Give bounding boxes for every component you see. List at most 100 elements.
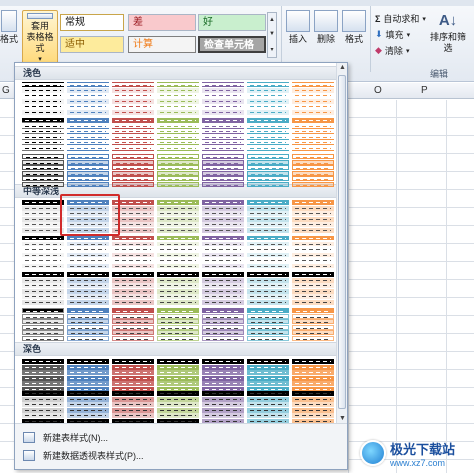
table-style-53[interactable]	[202, 359, 244, 392]
table-style-9[interactable]	[112, 118, 154, 151]
delete-button[interactable]: 删除	[314, 10, 338, 45]
table-style-31[interactable]	[157, 236, 199, 269]
table-style-62[interactable]	[292, 391, 334, 424]
new-pivot-style-label: 新建数据透视表样式(P)...	[43, 451, 144, 461]
watermark-logo	[360, 440, 386, 466]
sort-az-icon: A↓	[438, 12, 458, 29]
table-style-33[interactable]	[247, 236, 289, 269]
column-header-o[interactable]: O	[374, 85, 382, 96]
table-style-42[interactable]	[22, 308, 64, 341]
format-button[interactable]: 格式	[342, 10, 366, 45]
table-style-6[interactable]	[292, 82, 334, 115]
table-style-24[interactable]	[157, 200, 199, 233]
table-style-36[interactable]	[67, 272, 109, 305]
insert-cells-icon	[286, 10, 310, 32]
table-style-60[interactable]	[202, 391, 244, 424]
table-style-8[interactable]	[67, 118, 109, 151]
table-style-34[interactable]	[292, 236, 334, 269]
table-style-15[interactable]	[67, 154, 109, 187]
scrollbar-thumb[interactable]	[338, 75, 346, 409]
table-style-14[interactable]	[22, 154, 64, 187]
cell-style-4[interactable]: 计算	[128, 36, 196, 53]
table-style-2[interactable]	[112, 82, 154, 115]
format-label: 格式	[344, 34, 363, 44]
table-style-16[interactable]	[112, 154, 154, 187]
autosum-button[interactable]: Σ 自动求和 ▾	[375, 12, 426, 25]
fill-label: 填充	[385, 30, 404, 40]
table-style-50[interactable]	[67, 359, 109, 392]
table-style-0[interactable]	[22, 82, 64, 115]
watermark-url: www.xz7.com	[390, 457, 446, 468]
table-style-17[interactable]	[157, 154, 199, 187]
cell-style-0[interactable]: 常规	[60, 14, 124, 31]
sort-filter-button[interactable]: A↓ 排序和筛选	[428, 10, 468, 54]
table-style-13[interactable]	[292, 118, 334, 151]
cell-style-3[interactable]: 适中	[60, 36, 124, 53]
cell-style-5[interactable]: 检查单元格	[198, 36, 266, 53]
table-style-11[interactable]	[202, 118, 244, 151]
gallery-more-icon[interactable]: ▾	[270, 46, 273, 53]
table-style-54[interactable]	[247, 359, 289, 392]
table-style-37[interactable]	[112, 272, 154, 305]
table-style-28[interactable]	[22, 236, 64, 269]
scroll-down-icon[interactable]: ▼	[339, 415, 346, 422]
table-style-10[interactable]	[157, 118, 199, 151]
new-table-style-item[interactable]: 新建表样式(N)...	[23, 431, 108, 444]
table-style-21[interactable]	[22, 200, 64, 233]
table-style-4[interactable]	[202, 82, 244, 115]
table-style-39[interactable]	[202, 272, 244, 305]
format-as-table-button[interactable]: 套用 表格格式 ▾	[22, 10, 58, 66]
table-style-3[interactable]	[157, 82, 199, 115]
table-style-32[interactable]	[202, 236, 244, 269]
table-style-35[interactable]	[22, 272, 64, 305]
fill-down-icon: ⬇	[375, 29, 383, 39]
table-style-25[interactable]	[202, 200, 244, 233]
editing-group-label: 编辑	[430, 69, 449, 79]
table-style-44[interactable]	[112, 308, 154, 341]
table-style-41[interactable]	[292, 272, 334, 305]
table-style-51[interactable]	[112, 359, 154, 392]
table-style-49[interactable]	[22, 359, 64, 392]
table-style-46[interactable]	[202, 308, 244, 341]
table-style-38[interactable]	[157, 272, 199, 305]
chevron-down-icon: ▾	[405, 47, 410, 55]
scroll-up-icon[interactable]: ▲	[339, 64, 346, 71]
clear-button[interactable]: ◆ 清除 ▾	[375, 44, 409, 57]
table-style-7[interactable]	[22, 118, 64, 151]
new-pivot-style-item[interactable]: 新建数据透视表样式(P)...	[23, 449, 144, 462]
format-fragment-button[interactable]: 格式	[0, 10, 18, 45]
table-style-61[interactable]	[247, 391, 289, 424]
table-style-18[interactable]	[202, 154, 244, 187]
new-pivot-style-icon	[23, 450, 35, 461]
gallery-scrollbar[interactable]: ▲ ▼	[336, 63, 347, 423]
table-style-20[interactable]	[292, 154, 334, 187]
table-style-47[interactable]	[247, 308, 289, 341]
table-style-55[interactable]	[292, 359, 334, 392]
table-style-12[interactable]	[247, 118, 289, 151]
table-style-26[interactable]	[247, 200, 289, 233]
gallery-down-icon[interactable]: ▼	[269, 31, 275, 37]
delete-cells-icon	[314, 10, 338, 32]
gallery-resize-grip[interactable]: .......	[165, 411, 195, 418]
gallery-up-icon[interactable]: ▲	[269, 17, 275, 23]
table-style-27[interactable]	[292, 200, 334, 233]
format-icon	[1, 10, 17, 32]
cell-style-2[interactable]: 好	[198, 14, 266, 31]
gallery-scroll-buttons[interactable]: ▲ ▼ ▾	[267, 12, 277, 58]
table-style-40[interactable]	[247, 272, 289, 305]
table-style-1[interactable]	[67, 82, 109, 115]
column-header-p[interactable]: P	[421, 85, 428, 96]
table-style-30[interactable]	[112, 236, 154, 269]
table-style-5[interactable]	[247, 82, 289, 115]
cell-style-1[interactable]: 差	[128, 14, 196, 31]
table-style-29[interactable]	[67, 236, 109, 269]
table-style-45[interactable]	[157, 308, 199, 341]
table-style-gallery-dropdown: 浅色 中等深浅 深色 ▲ ▼ ....... 新建表样式(N)... 新建数据透…	[14, 62, 348, 470]
table-style-19[interactable]	[247, 154, 289, 187]
table-style-48[interactable]	[292, 308, 334, 341]
table-style-52[interactable]	[157, 359, 199, 392]
fill-button[interactable]: ⬇ 填充 ▾	[375, 28, 410, 41]
table-style-43[interactable]	[67, 308, 109, 341]
column-header-g[interactable]: G	[2, 85, 10, 96]
insert-button[interactable]: 插入	[286, 10, 310, 45]
